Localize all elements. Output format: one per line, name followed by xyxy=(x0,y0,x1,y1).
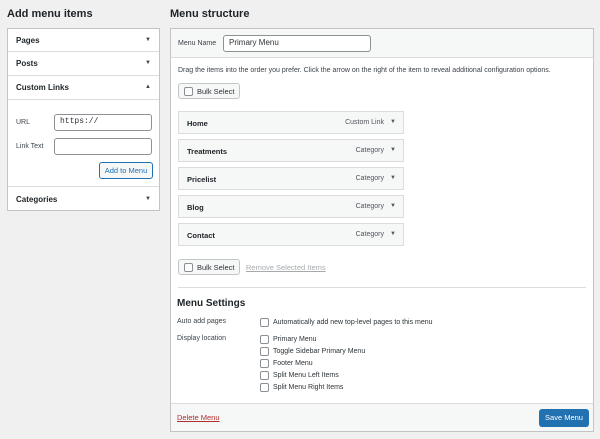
bulk-select-top[interactable]: Bulk Select xyxy=(178,83,240,99)
chevron-down-icon: ▼ xyxy=(145,37,151,43)
menu-item-title: Contact xyxy=(187,231,215,240)
menu-item-contact[interactable]: Contact Category ▼ xyxy=(178,223,404,246)
menu-item-pricelist[interactable]: Pricelist Category ▼ xyxy=(178,167,404,190)
add-menu-items-panel: Pages ▼ Posts ▼ Custom Links ▲ URL https… xyxy=(7,28,160,211)
section-posts[interactable]: Posts ▼ xyxy=(8,52,159,76)
section-custom-links-label: Custom Links xyxy=(16,83,69,92)
auto-add-option: Automatically add new top-level pages to… xyxy=(273,319,433,326)
menu-name-label: Menu Name xyxy=(178,40,217,47)
custom-links-body: URL https:// Link Text Add to Menu xyxy=(8,100,159,187)
menu-item-home[interactable]: Home Custom Link ▼ xyxy=(178,111,404,134)
menu-item-title: Treatments xyxy=(187,147,228,156)
url-label: URL xyxy=(16,119,31,126)
section-pages-label: Pages xyxy=(16,36,40,45)
menu-item-type: Custom Link xyxy=(345,119,384,126)
remove-selected-link[interactable]: Remove Selected Items xyxy=(246,263,326,272)
auto-add-checkbox[interactable] xyxy=(260,318,269,327)
bulk-select-bottom[interactable]: Bulk Select xyxy=(178,259,240,275)
menu-item-blog[interactable]: Blog Category ▼ xyxy=(178,195,404,218)
menu-settings-heading: Menu Settings xyxy=(177,298,246,309)
instructions-text: Drag the items into the order you prefer… xyxy=(178,67,551,74)
location-split-right-label: Split Menu Right Items xyxy=(273,384,344,391)
chevron-down-icon[interactable]: ▼ xyxy=(390,231,396,237)
menu-structure-heading: Menu structure xyxy=(170,8,250,20)
section-pages[interactable]: Pages ▼ xyxy=(8,29,159,52)
auto-add-label: Auto add pages xyxy=(177,318,227,325)
location-split-right-checkbox[interactable] xyxy=(260,383,269,392)
divider xyxy=(178,287,586,288)
menu-item-type: Category xyxy=(355,231,384,238)
menu-footer-bar: Delete Menu Save Menu xyxy=(171,403,593,431)
bulk-select-checkbox[interactable] xyxy=(184,87,193,96)
section-categories[interactable]: Categories ▼ xyxy=(8,187,159,211)
section-posts-label: Posts xyxy=(16,59,38,68)
chevron-up-icon: ▲ xyxy=(145,84,151,90)
menu-item-title: Pricelist xyxy=(187,175,217,184)
add-to-menu-button[interactable]: Add to Menu xyxy=(99,162,153,179)
location-footer-menu-label: Footer Menu xyxy=(273,360,313,367)
location-primary-menu-checkbox[interactable] xyxy=(260,335,269,344)
delete-menu-link[interactable]: Delete Menu xyxy=(177,413,220,422)
chevron-down-icon[interactable]: ▼ xyxy=(390,119,396,125)
section-custom-links[interactable]: Custom Links ▲ xyxy=(8,76,159,100)
chevron-down-icon[interactable]: ▼ xyxy=(390,203,396,209)
menu-name-input[interactable]: Primary Menu xyxy=(223,35,371,52)
location-split-left-checkbox[interactable] xyxy=(260,371,269,380)
location-primary-menu-label: Primary Menu xyxy=(273,336,317,343)
location-toggle-sidebar-checkbox[interactable] xyxy=(260,347,269,356)
bulk-select-label: Bulk Select xyxy=(197,87,235,96)
link-text-input[interactable] xyxy=(54,138,152,155)
bulk-select-label: Bulk Select xyxy=(197,263,235,272)
location-footer-menu-checkbox[interactable] xyxy=(260,359,269,368)
save-menu-button[interactable]: Save Menu xyxy=(539,409,589,427)
chevron-down-icon: ▼ xyxy=(145,60,151,66)
chevron-down-icon: ▼ xyxy=(145,196,151,202)
menu-item-treatments[interactable]: Treatments Category ▼ xyxy=(178,139,404,162)
location-split-left-label: Split Menu Left Items xyxy=(273,372,339,379)
menu-item-type: Category xyxy=(355,175,384,182)
menu-item-type: Category xyxy=(355,203,384,210)
menu-item-title: Home xyxy=(187,119,208,128)
url-input[interactable]: https:// xyxy=(54,114,152,131)
menu-name-bar: Menu Name Primary Menu xyxy=(171,29,593,58)
add-menu-items-heading: Add menu items xyxy=(7,8,93,20)
section-categories-label: Categories xyxy=(16,195,58,204)
menu-item-type: Category xyxy=(355,147,384,154)
display-location-label: Display location xyxy=(177,335,227,342)
chevron-down-icon[interactable]: ▼ xyxy=(390,147,396,153)
chevron-down-icon[interactable]: ▼ xyxy=(390,175,396,181)
menu-structure-panel: Menu Name Primary Menu Drag the items in… xyxy=(170,28,594,432)
menu-item-title: Blog xyxy=(187,203,204,212)
link-text-label: Link Text xyxy=(16,143,44,150)
bulk-select-checkbox[interactable] xyxy=(184,263,193,272)
location-toggle-sidebar-label: Toggle Sidebar Primary Menu xyxy=(273,348,366,355)
